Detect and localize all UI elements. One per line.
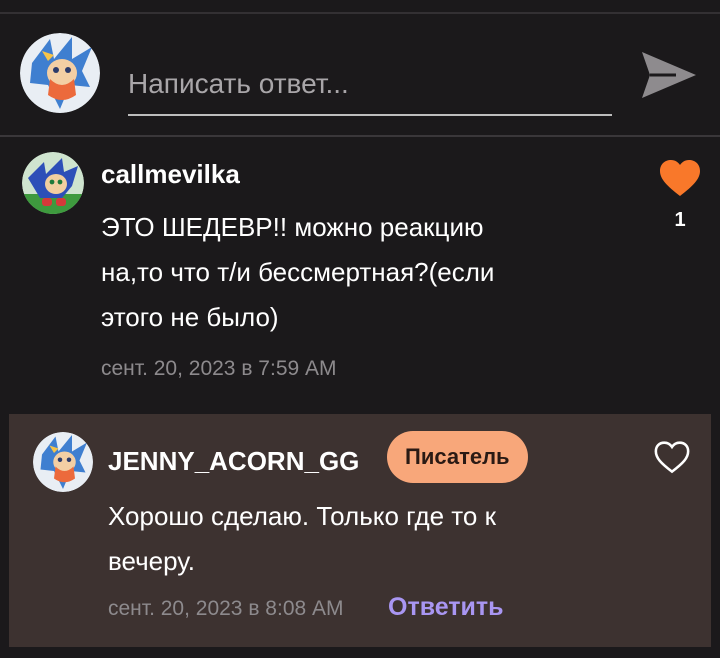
comment-timestamp: сент. 20, 2023 в 7:59 AM: [101, 357, 337, 380]
reply-composer: [0, 14, 720, 137]
user-avatar-character-icon: [20, 33, 100, 113]
send-button[interactable]: [640, 48, 698, 102]
like-button[interactable]: [654, 441, 690, 475]
reply-button[interactable]: Ответить: [388, 593, 504, 622]
reply-timestamp: сент. 20, 2023 в 8:08 AM: [108, 597, 344, 620]
reply-input[interactable]: [128, 54, 612, 116]
heart-filled-icon: [660, 160, 700, 196]
user-avatar-character-icon: [33, 432, 93, 492]
avatar[interactable]: [22, 152, 84, 214]
avatar[interactable]: [33, 432, 93, 492]
top-strip: [0, 0, 720, 14]
reply-username[interactable]: JENNY_ACORN_GG: [108, 446, 359, 477]
hedgehog-avatar-icon: [22, 152, 84, 214]
heart-outline-icon: [654, 441, 690, 474]
reply-text-line: Хорошо сделаю. Только где то к: [108, 501, 496, 531]
reply-text: Хорошо сделаю. Только где то к вечеру.: [108, 494, 628, 584]
send-icon: [642, 52, 696, 98]
comment-username[interactable]: callmevilka: [101, 159, 240, 190]
comment-text-line: на,то что т/и бессмертная?(если: [101, 257, 495, 287]
comment-text-line: ЭТО ШЕДЕВР!! можно реакцию: [101, 212, 484, 242]
comment: callmevilka ЭТО ШЕДЕВР!! можно реакцию н…: [0, 137, 720, 407]
author-badge: Писатель: [387, 431, 528, 483]
avatar[interactable]: [20, 33, 100, 113]
like-count: 1: [674, 209, 686, 231]
reply-comment: JENNY_ACORN_GG Писатель Хорошо сделаю. Т…: [9, 414, 711, 647]
reply-text-line: вечеру.: [108, 546, 195, 576]
comment-text-line: этого не было): [101, 302, 279, 332]
like-button[interactable]: [659, 159, 701, 199]
comment-text: ЭТО ШЕДЕВР!! можно реакцию на,то что т/и…: [101, 205, 601, 340]
